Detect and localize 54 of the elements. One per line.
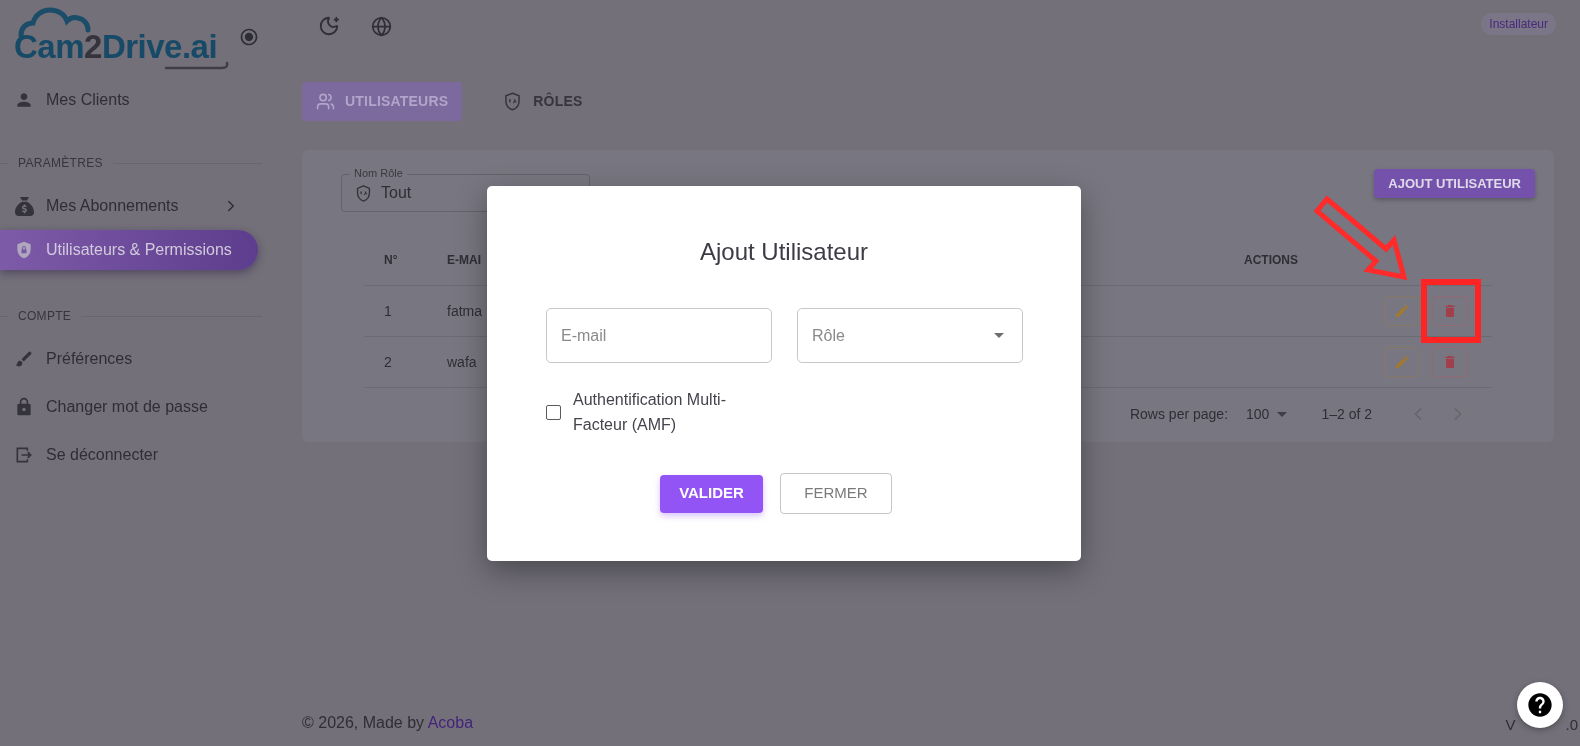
close-button[interactable]: FERMER	[780, 473, 892, 514]
rows-per-page-select[interactable]: 100	[1246, 403, 1288, 425]
column-header: ACTIONS	[1243, 252, 1298, 269]
sidebar-item[interactable]: Utilisateurs & Permissions	[0, 230, 258, 270]
pencil-icon	[1393, 303, 1410, 319]
table-cell-text: 2	[383, 352, 392, 372]
sidebar-item[interactable]: Se déconnecter	[0, 435, 258, 475]
shield-icon	[354, 183, 373, 203]
checkbox[interactable]	[546, 404, 561, 420]
dark-mode-icon[interactable]	[318, 15, 340, 37]
caret-icon	[1277, 411, 1288, 417]
table-cell-text: wafa	[447, 352, 477, 372]
checkbox-label: Authentification Multi-Facteur (AMF)	[573, 390, 727, 435]
section-label: COMPTE	[17, 308, 73, 325]
language-icon[interactable]	[371, 15, 392, 37]
money-bag-icon	[14, 196, 34, 216]
users-icon	[316, 92, 335, 111]
trash-icon	[1442, 303, 1458, 319]
version-text: V	[1505, 714, 1516, 735]
validate-button[interactable]: VALIDER	[660, 474, 763, 513]
swoosh-icon	[164, 61, 230, 71]
edit-button[interactable]	[1384, 347, 1419, 377]
help-button[interactable]	[1517, 682, 1564, 728]
rows-per-page-label: Rows per page:	[1129, 404, 1229, 424]
add-user-button[interactable]: AJOUT UTILISATEUR	[1374, 169, 1535, 198]
sidebar-item[interactable]: Préférences	[0, 339, 258, 379]
sidebar-item[interactable]: Mes Abonnements	[0, 186, 258, 226]
tab[interactable]: UTILISATEURS	[302, 82, 463, 121]
pencil-icon	[1393, 354, 1410, 370]
section-label: PARAMÈTRES	[17, 154, 104, 172]
dialog-title: Ajout Utilisateur	[699, 238, 869, 266]
logo-text: Cam2Drive.ai	[14, 27, 218, 67]
radio-icon[interactable]	[239, 27, 259, 47]
page-range: 1–2 of 2	[1321, 404, 1372, 424]
role-badge: Installateur	[1481, 13, 1556, 35]
table-cell-text: 1	[383, 301, 392, 321]
help-icon	[1526, 691, 1555, 719]
delete-button[interactable]	[1432, 347, 1468, 377]
column-header: E-MAI	[447, 252, 481, 269]
caret-icon	[994, 333, 1004, 338]
highlight-frame	[1421, 279, 1481, 343]
edit-button[interactable]	[1384, 296, 1419, 326]
email-field[interactable]: E-mail	[546, 308, 772, 363]
delete-button[interactable]	[1432, 296, 1468, 326]
trash-icon	[1442, 354, 1458, 370]
shield-lock-icon	[14, 239, 34, 261]
column-header: N°	[383, 252, 398, 269]
sidebar-item[interactable]: Mes Clients	[0, 80, 258, 120]
acoba-link[interactable]: Acoba	[427, 714, 474, 731]
role-select[interactable]: Rôle	[797, 308, 1023, 363]
table-cell-text: fatma	[447, 301, 482, 321]
version-text: .0	[1565, 714, 1578, 735]
tab[interactable]: RÔLES	[488, 82, 597, 121]
sidebar-item[interactable]: Changer mot de passe	[0, 387, 258, 427]
